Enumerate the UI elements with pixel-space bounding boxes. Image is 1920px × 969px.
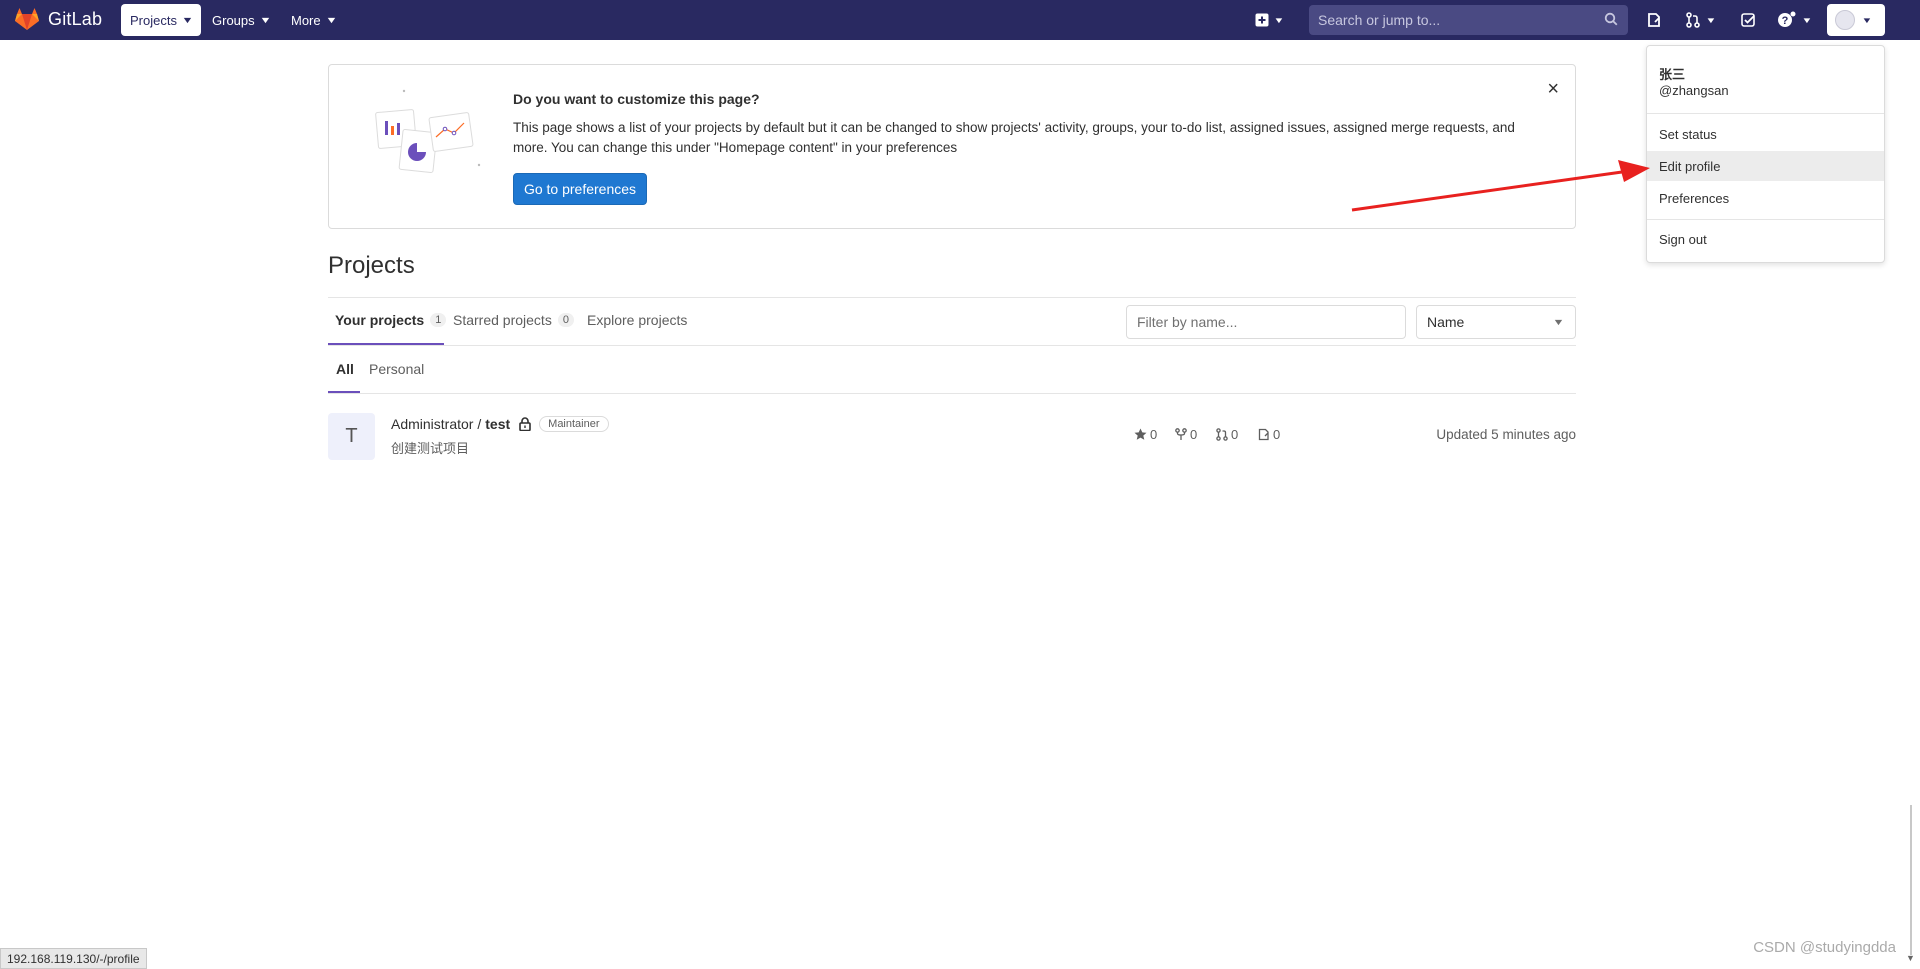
user-display-name[interactable]: 张三 [1659, 64, 1685, 83]
issues-value: 0 [1273, 427, 1281, 442]
chevron-down-icon: ▼ [1861, 15, 1873, 25]
project-namespace: Administrator / [391, 416, 482, 432]
filter-placeholder: Filter by name... [1137, 314, 1238, 330]
banner-title: Do you want to customize this page? [513, 91, 760, 107]
go-to-preferences-button[interactable]: Go to preferences [513, 173, 647, 205]
divider [1647, 219, 1884, 220]
groups-menu-label: Groups [212, 12, 255, 28]
search-input[interactable]: Search or jump to... [1309, 5, 1628, 35]
top-navbar: GitLab Projects ▼ Groups ▼ More ▼ ▼ Sear… [0, 0, 1920, 40]
issues-icon [1648, 13, 1660, 27]
project-description: 创建测试项目 [391, 441, 470, 456]
project-avatar[interactable]: T [328, 413, 375, 460]
more-menu-button[interactable]: More ▼ [282, 4, 345, 36]
user-username[interactable]: @zhangsan [1659, 83, 1729, 98]
search-icon [1604, 12, 1618, 26]
status-bar-url: 192.168.119.130/-/profile [0, 948, 147, 969]
tab-label: Your projects [335, 312, 425, 328]
sign-out-menu-item[interactable]: Sign out [1647, 224, 1884, 254]
projects-menu-label: Projects [130, 12, 177, 28]
subtab-personal[interactable]: Personal [369, 361, 424, 377]
project-title-link[interactable]: Administrator / test Maintainer [391, 416, 609, 432]
user-dropdown-menu: 张三 @zhangsan Set status Edit profile Pre… [1646, 45, 1885, 263]
chevron-down-icon: ▼ [324, 15, 338, 25]
chevron-down-icon: ▼ [1273, 15, 1285, 25]
stars-count[interactable]: 0 [1134, 427, 1157, 442]
todos-button[interactable] [1741, 8, 1756, 32]
updated-timestamp: Updated 5 minutes ago [1436, 427, 1576, 442]
page-title: Projects [328, 252, 415, 279]
forks-value: 0 [1190, 427, 1198, 442]
preferences-menu-item[interactable]: Preferences [1647, 183, 1884, 213]
scrollbar[interactable] [1910, 805, 1912, 955]
banner-text: This page shows a list of your projects … [513, 120, 1515, 155]
project-name: test [485, 416, 511, 432]
more-menu-label: More [291, 12, 321, 28]
help-button[interactable]: ? ▼ [1777, 8, 1813, 32]
chevron-down-icon: ▼ [181, 15, 194, 25]
svg-text:?: ? [1782, 15, 1789, 27]
lock-icon [519, 417, 531, 431]
merge-request-icon [1686, 12, 1700, 28]
sort-value: Name [1427, 314, 1465, 330]
merge-requests-count[interactable]: 0 [1216, 427, 1238, 442]
sort-dropdown[interactable]: Name ▼ [1416, 305, 1576, 339]
subtab-all[interactable]: All [336, 361, 354, 377]
chevron-down-icon: ▼ [1801, 15, 1813, 25]
role-badge: Maintainer [539, 416, 609, 432]
tab-starred-projects[interactable]: Starred projects 0 [453, 312, 574, 328]
set-status-menu-item[interactable]: Set status [1647, 119, 1884, 149]
tab-count-badge: 0 [557, 313, 574, 327]
merge-request-icon [1216, 428, 1228, 441]
groups-menu-button[interactable]: Groups ▼ [203, 4, 279, 36]
tab-explore-projects[interactable]: Explore projects [587, 312, 687, 328]
chevron-down-icon: ▼ [1552, 317, 1565, 327]
star-icon [1134, 428, 1147, 440]
plus-square-icon [1255, 13, 1269, 27]
stars-value: 0 [1150, 427, 1158, 442]
new-item-button[interactable]: ▼ [1255, 8, 1285, 32]
watermark: CSDN @studyingdda [1753, 939, 1896, 956]
scroll-down-arrow-icon[interactable]: ▼ [1906, 953, 1915, 963]
customize-illustration-icon [375, 89, 481, 173]
projects-menu-button[interactable]: Projects ▼ [121, 4, 201, 36]
merge-requests-button[interactable]: ▼ [1685, 8, 1717, 32]
tab-count-badge: 1 [430, 313, 447, 327]
fork-icon [1175, 428, 1187, 440]
tab-label: Starred projects [453, 312, 552, 328]
tab-your-projects[interactable]: Your projects 1 [335, 312, 447, 328]
logo-text: GitLab [48, 8, 103, 29]
divider [1647, 113, 1884, 114]
issues-count[interactable]: 0 [1258, 427, 1280, 442]
filter-by-name-input[interactable]: Filter by name... [1126, 305, 1406, 339]
chevron-down-icon: ▼ [258, 15, 272, 25]
customize-homepage-banner: Do you want to customize this page? This… [328, 64, 1576, 229]
divider [328, 345, 1576, 346]
merge-requests-value: 0 [1231, 427, 1239, 442]
gitlab-logo[interactable]: GitLab [14, 7, 102, 31]
close-icon[interactable]: × [1547, 79, 1559, 99]
divider [328, 393, 1576, 394]
tab-label: Explore projects [587, 312, 688, 328]
help-question-icon: ? [1778, 11, 1796, 27]
chevron-down-icon: ▼ [1705, 15, 1717, 25]
issues-icon [1258, 428, 1269, 441]
edit-profile-menu-item[interactable]: Edit profile [1647, 151, 1884, 181]
todo-check-icon [1741, 12, 1755, 27]
search-placeholder: Search or jump to... [1318, 12, 1441, 28]
forks-count[interactable]: 0 [1175, 427, 1197, 442]
divider [328, 297, 1576, 298]
issues-button[interactable] [1646, 8, 1662, 32]
user-menu-button[interactable]: ▼ [1827, 4, 1885, 36]
gitlab-tanuki-icon [15, 8, 39, 30]
avatar [1835, 10, 1855, 30]
